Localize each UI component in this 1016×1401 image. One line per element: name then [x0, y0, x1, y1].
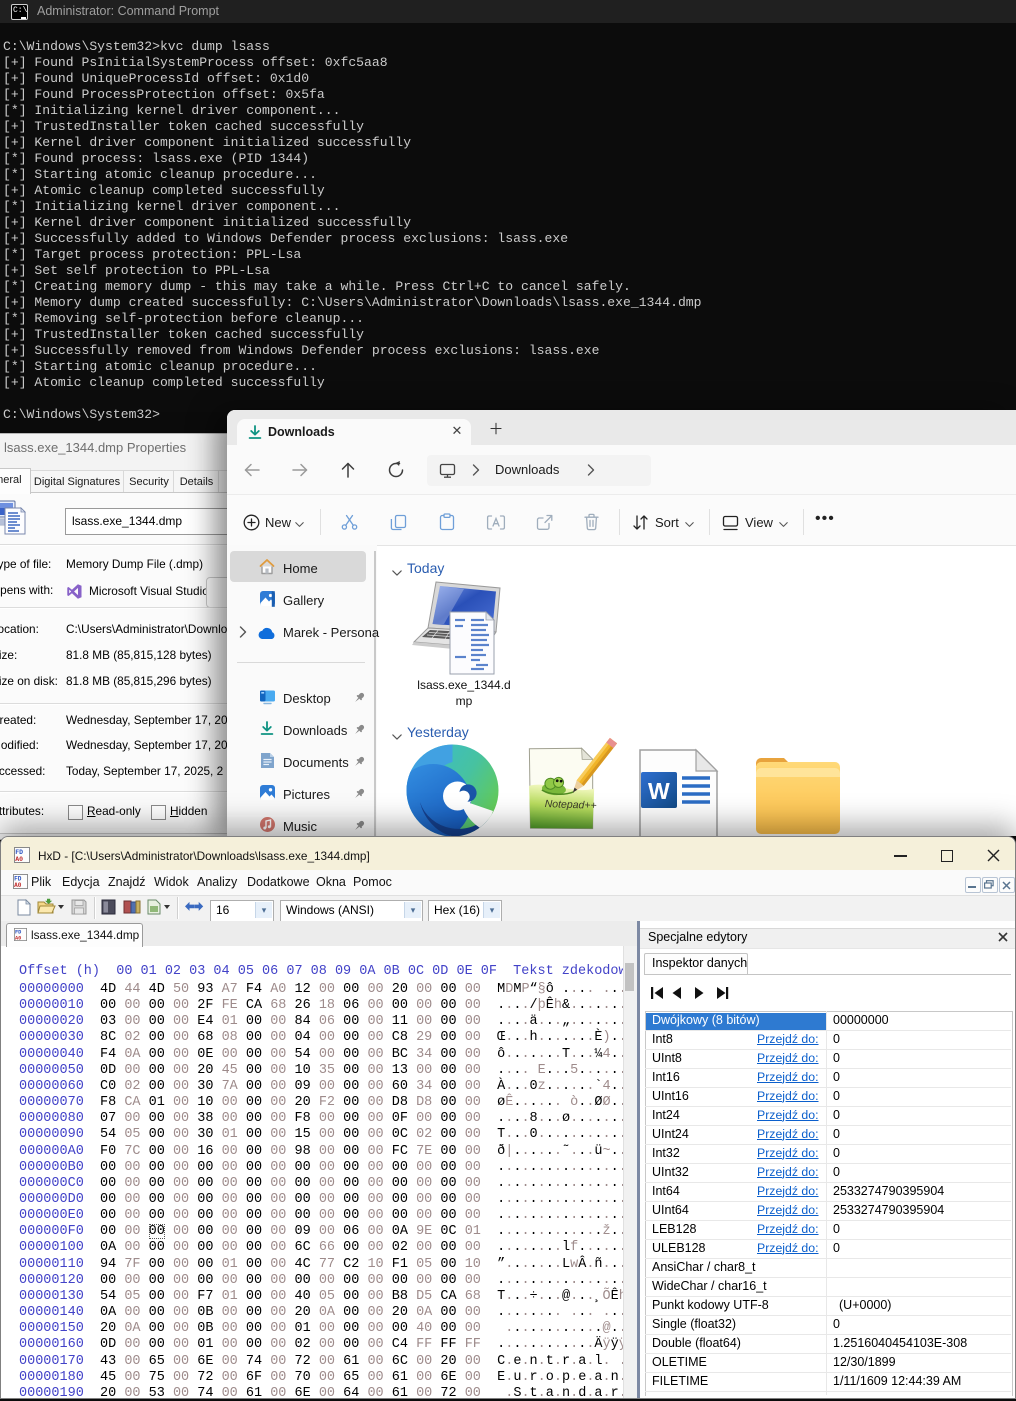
svg-text:A0: A0	[15, 856, 23, 863]
svg-text:A0: A0	[15, 935, 21, 941]
svg-text:W: W	[648, 778, 670, 804]
svg-text:FD: FD	[15, 849, 23, 856]
svg-text:A0: A0	[14, 882, 22, 889]
svg-text:Notepad++: Notepad++	[544, 798, 596, 812]
